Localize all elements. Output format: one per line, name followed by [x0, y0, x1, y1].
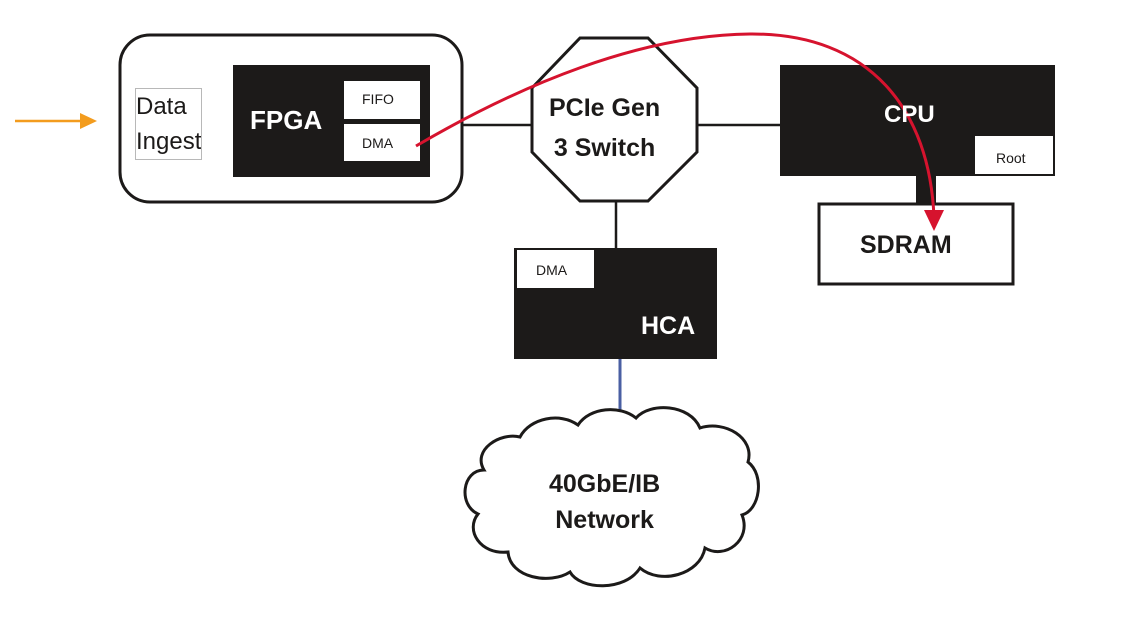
data-ingest-line1: Data [136, 93, 187, 120]
network-line1: 40GbE/IB [549, 470, 661, 498]
data-ingest-label: Data Ingest [134, 88, 203, 160]
fpga-dma-label: DMA [362, 135, 394, 151]
hca-label: HCA [641, 312, 696, 340]
pcie-switch-label: PCIe Gen 3 Switch [549, 88, 660, 168]
pcie-switch-line1: PCIe Gen [549, 94, 661, 122]
cpu-label: CPU [884, 101, 935, 128]
network-line2: Network [555, 506, 654, 534]
sdram-label: SDRAM [860, 231, 952, 259]
hca-dma-label: DMA [536, 262, 568, 278]
root-label: Root [996, 150, 1026, 166]
data-ingest-line2: Ingest [136, 128, 202, 155]
input-arrow [15, 113, 97, 129]
arrowhead-icon [80, 113, 97, 129]
network-label: 40GbE/IB Network [549, 466, 660, 538]
pcie-switch-line2: 3 Switch [553, 134, 656, 162]
fifo-label: FIFO [362, 91, 394, 107]
fpga-label: FPGA [250, 105, 323, 135]
